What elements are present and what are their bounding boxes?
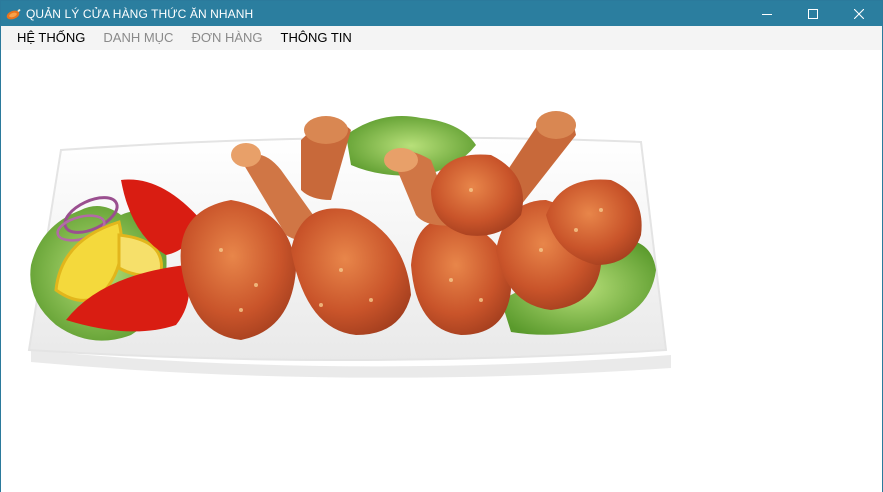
maximize-button[interactable] — [790, 1, 836, 26]
window-title: QUẢN LÝ CỬA HÀNG THỨC ĂN NHANH — [26, 6, 254, 21]
close-icon — [854, 8, 864, 19]
chicken-drumstick-icon — [5, 5, 23, 23]
title-bar[interactable]: QUẢN LÝ CỬA HÀNG THỨC ĂN NHANH — [1, 1, 882, 26]
menu-thong-tin[interactable]: THÔNG TIN — [272, 26, 361, 50]
menu-bar: HỆ THỐNG DANH MỤC ĐƠN HÀNG THÔNG TIN — [1, 26, 882, 50]
main-window: QUẢN LÝ CỬA HÀNG THỨC ĂN NHANH HỆ THỐNG … — [0, 0, 883, 492]
minimize-button[interactable] — [744, 1, 790, 26]
window-controls — [744, 1, 882, 26]
menu-don-hang[interactable]: ĐƠN HÀNG — [182, 26, 271, 50]
maximize-icon — [808, 8, 818, 19]
fried-chicken-plate-image — [27, 111, 671, 378]
content-area — [1, 50, 882, 492]
menu-danh-muc[interactable]: DANH MỤC — [94, 26, 182, 50]
menu-he-thong[interactable]: HỆ THỐNG — [8, 26, 94, 50]
minimize-icon — [762, 13, 772, 15]
close-button[interactable] — [836, 1, 882, 26]
